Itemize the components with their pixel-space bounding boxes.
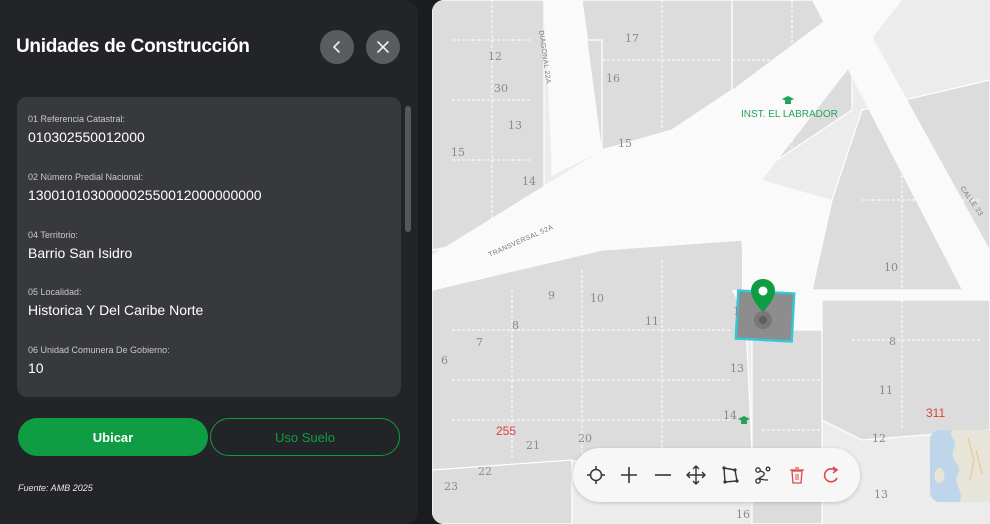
- delete-button[interactable]: [785, 463, 809, 487]
- lot-number: 21: [526, 439, 540, 452]
- map-view[interactable]: DIAGONAL 22A TRANSVERSAL 52A CALLE 23 IN…: [432, 0, 990, 524]
- zoom-out-button[interactable]: [651, 463, 675, 487]
- field-value: 10: [28, 360, 44, 376]
- lot-number: 12: [733, 305, 747, 318]
- delete-icon: [790, 467, 804, 484]
- field-label: 06 Unidad Comunera De Gobierno:: [28, 345, 170, 355]
- lot-number: 14: [723, 409, 737, 422]
- back-button[interactable]: [320, 30, 354, 64]
- measure-route-button[interactable]: [751, 463, 775, 487]
- lot-number: 13: [730, 362, 744, 375]
- minimap[interactable]: [930, 430, 990, 502]
- map-base: [432, 0, 990, 524]
- info-panel: Unidades de Construcción 01 Referencia C…: [0, 0, 418, 524]
- zoom-in-button[interactable]: [617, 463, 641, 487]
- lot-number: 10: [590, 292, 604, 305]
- draw-polygon-button[interactable]: [718, 463, 742, 487]
- highlight-number: 311: [926, 406, 946, 420]
- school-icon: [738, 416, 750, 424]
- lot-number: 13: [874, 488, 888, 501]
- lot-number: 16: [736, 508, 750, 521]
- lot-number: 10: [884, 261, 898, 274]
- lot-number: 22: [478, 465, 492, 478]
- app-root: Unidades de Construcción 01 Referencia C…: [0, 0, 990, 524]
- zoom-in-icon: [621, 467, 637, 483]
- field-unidad-comunera: 06 Unidad Comunera De Gobierno: 10: [28, 345, 170, 377]
- field-value: 010302550012000: [28, 129, 145, 145]
- location-pin-icon[interactable]: [750, 278, 776, 314]
- field-localidad: 05 Localidad: Historica Y Del Caribe Nor…: [28, 287, 203, 319]
- chevron-left-icon: [332, 41, 340, 53]
- polygon-icon: [722, 466, 739, 484]
- lot-number: 8: [512, 319, 519, 332]
- field-label: 05 Localidad:: [28, 287, 82, 297]
- lot-number: 15: [618, 137, 632, 150]
- lot-number: 11: [879, 384, 893, 397]
- pan-button[interactable]: [684, 463, 708, 487]
- field-territorio: 04 Territorio: Barrio San Isidro: [28, 230, 132, 262]
- ubicar-button[interactable]: Ubicar: [18, 418, 208, 456]
- field-referencia-catastral: 01 Referencia Catastral: 010302550012000: [28, 114, 145, 146]
- lot-number: 12: [872, 432, 886, 445]
- field-value: 130010103000002550012000000000: [28, 187, 262, 203]
- card-scrollbar[interactable]: [405, 106, 411, 232]
- lot-number: 14: [522, 175, 536, 188]
- lot-number: 11: [645, 315, 659, 328]
- lot-number: 17: [625, 32, 639, 45]
- lot-number: 15: [451, 146, 465, 159]
- pan-icon: [686, 465, 706, 485]
- lot-number: 13: [508, 119, 522, 132]
- minimap-land: [934, 430, 990, 502]
- route-icon: [755, 466, 771, 484]
- highlight-number: 255: [496, 424, 517, 438]
- lot-number: 6: [441, 354, 448, 367]
- lot-number: 12: [488, 50, 502, 63]
- locate-tool-button[interactable]: [584, 463, 608, 487]
- close-button[interactable]: [366, 30, 400, 64]
- panel-title: Unidades de Construcción: [16, 36, 250, 57]
- lot-number: 7: [476, 336, 483, 349]
- field-label: 02 Número Predial Nacional:: [28, 172, 144, 182]
- map-toolbar: [573, 448, 860, 502]
- field-label: 04 Territorio:: [28, 230, 78, 240]
- lot-number: 8: [889, 335, 896, 348]
- close-icon: [377, 41, 389, 53]
- field-numero-predial: 02 Número Predial Nacional: 130010103000…: [28, 172, 262, 204]
- field-label: 01 Referencia Catastral:: [28, 114, 126, 124]
- school-icon: [782, 96, 794, 104]
- uso-suelo-button[interactable]: Uso Suelo: [210, 418, 400, 456]
- refresh-icon: [823, 466, 839, 483]
- attribute-card: 01 Referencia Catastral: 010302550012000…: [17, 97, 401, 397]
- lot-number: 9: [548, 289, 555, 302]
- source-note: Fuente: AMB 2025: [18, 483, 93, 493]
- lot-number: 30: [494, 82, 508, 95]
- zoom-out-icon: [655, 474, 671, 476]
- lot-number: 16: [606, 72, 620, 85]
- target-icon: [587, 466, 605, 484]
- lot-number: 23: [444, 480, 458, 493]
- field-value: Historica Y Del Caribe Norte: [28, 302, 204, 318]
- field-value: Barrio San Isidro: [28, 245, 133, 261]
- refresh-button[interactable]: [819, 463, 843, 487]
- lot-number: 20: [578, 432, 592, 445]
- poi-label: INST. EL LABRADOR: [741, 109, 838, 120]
